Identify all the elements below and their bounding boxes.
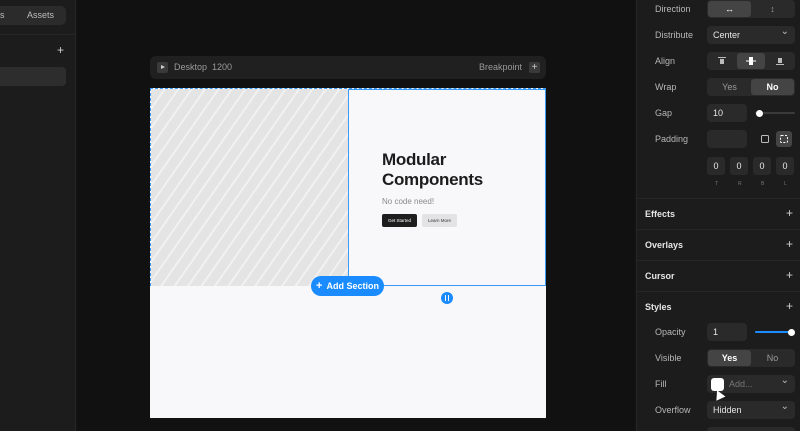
gap-label: Gap	[655, 108, 673, 118]
left-panel-tabs: s Assets	[0, 6, 66, 25]
padding-right-input[interactable]: 0	[730, 157, 748, 175]
plus-icon: +	[316, 280, 323, 292]
opacity-slider-fill	[755, 331, 791, 333]
editor-app: s Assets + Desktop 1200 Breakpoint + Mod…	[0, 0, 800, 431]
get-started-button[interactable]: Get Started	[382, 214, 417, 227]
visible-toggle: Yes No	[707, 349, 795, 367]
cursor-title: Cursor	[645, 271, 675, 281]
frame-toolbar: Desktop 1200 Breakpoint +	[150, 56, 546, 79]
padding-individual-icon[interactable]	[776, 131, 792, 147]
padding-input[interactable]	[707, 130, 747, 148]
left-panel-divider	[0, 34, 75, 35]
fill-label: Fill	[655, 379, 667, 389]
add-section-label: Add Section	[326, 281, 379, 291]
padding-left-caption: L	[784, 181, 787, 187]
opacity-label: Opacity	[655, 327, 686, 337]
gap-slider-knob[interactable]	[756, 109, 764, 117]
tab-pages[interactable]: s	[0, 6, 5, 25]
page-list-item-selected[interactable]	[0, 67, 66, 86]
hero-content-stack[interactable]: Modular Components No code need! Get Sta…	[349, 89, 546, 286]
padding-left-input[interactable]: 0	[776, 157, 794, 175]
next-control-row	[707, 427, 795, 431]
opacity-input[interactable]: 1	[707, 323, 747, 341]
device-label[interactable]: Desktop	[174, 62, 207, 73]
add-cursor-button[interactable]: +	[786, 269, 793, 281]
distribute-select[interactable]: Center	[707, 23, 795, 44]
add-section-button[interactable]: + Add Section	[311, 276, 384, 296]
direction-vertical-button[interactable]: ↕	[751, 1, 794, 17]
gap-input[interactable]: 10	[707, 104, 747, 122]
add-effect-button[interactable]: +	[786, 207, 793, 219]
wrap-toggle: Yes No	[707, 78, 795, 96]
direction-toggle: ↔ ↕	[707, 0, 795, 18]
wrap-label: Wrap	[655, 82, 677, 92]
align-bottom-icon[interactable]	[766, 53, 794, 69]
align-toggle	[707, 52, 795, 70]
padding-top-caption: T	[715, 181, 719, 187]
add-style-button[interactable]: +	[786, 300, 793, 312]
properties-panel: Direction ↔ ↕ Distribute Center Align Wr…	[636, 0, 800, 431]
hero-section[interactable]: Modular Components No code need! Get Sta…	[150, 88, 546, 286]
align-top-icon[interactable]	[708, 53, 736, 69]
distribute-label: Distribute	[655, 30, 694, 40]
effects-section[interactable]: Effects +	[637, 198, 800, 229]
overlays-title: Overlays	[645, 240, 684, 250]
fill-placeholder: Add...	[729, 379, 753, 389]
add-page-button[interactable]: +	[57, 44, 64, 56]
add-breakpoint-button[interactable]: +	[529, 62, 540, 73]
visible-no-button[interactable]: No	[751, 350, 794, 366]
breakpoint-label: Breakpoint	[478, 62, 522, 72]
align-label: Align	[655, 56, 676, 66]
align-center-icon[interactable]	[737, 53, 765, 69]
padding-label: Padding	[655, 134, 689, 144]
padding-right-caption: R	[738, 181, 742, 187]
overlays-section[interactable]: Overlays +	[637, 229, 800, 260]
left-panel: s Assets +	[0, 0, 76, 431]
cursor-section[interactable]: Cursor +	[637, 260, 800, 291]
visible-label: Visible	[655, 353, 682, 363]
padding-bottom-input[interactable]: 0	[753, 157, 771, 175]
overflow-select[interactable]: Hidden	[707, 398, 795, 419]
tab-assets[interactable]: Assets	[27, 6, 54, 25]
padding-top-input[interactable]: 0	[707, 157, 725, 175]
direction-label: Direction	[655, 4, 691, 14]
overflow-label: Overflow	[655, 405, 691, 415]
visible-yes-button[interactable]: Yes	[708, 350, 751, 366]
styles-section[interactable]: Styles +	[637, 291, 800, 322]
wrap-no-button[interactable]: No	[751, 79, 794, 95]
page-frame[interactable]: Modular Components No code need! Get Sta…	[150, 88, 546, 418]
play-icon[interactable]	[157, 62, 168, 73]
padding-uniform-icon[interactable]	[757, 131, 773, 147]
learn-more-button[interactable]: Learn More	[422, 214, 457, 227]
opacity-slider-knob[interactable]	[787, 328, 795, 336]
padding-bottom-caption: B	[761, 181, 765, 187]
hero-title[interactable]: Modular Components	[382, 150, 532, 190]
wrap-yes-button[interactable]: Yes	[708, 79, 751, 95]
styles-title: Styles	[645, 302, 672, 312]
image-placeholder[interactable]	[151, 89, 349, 286]
resize-handle-icon[interactable]	[441, 292, 453, 304]
frame-width: 1200	[212, 62, 233, 72]
effects-title: Effects	[645, 209, 676, 219]
add-overlay-button[interactable]: +	[786, 238, 793, 250]
direction-horizontal-button[interactable]: ↔	[708, 1, 751, 17]
hero-subtitle[interactable]: No code need!	[382, 197, 434, 206]
